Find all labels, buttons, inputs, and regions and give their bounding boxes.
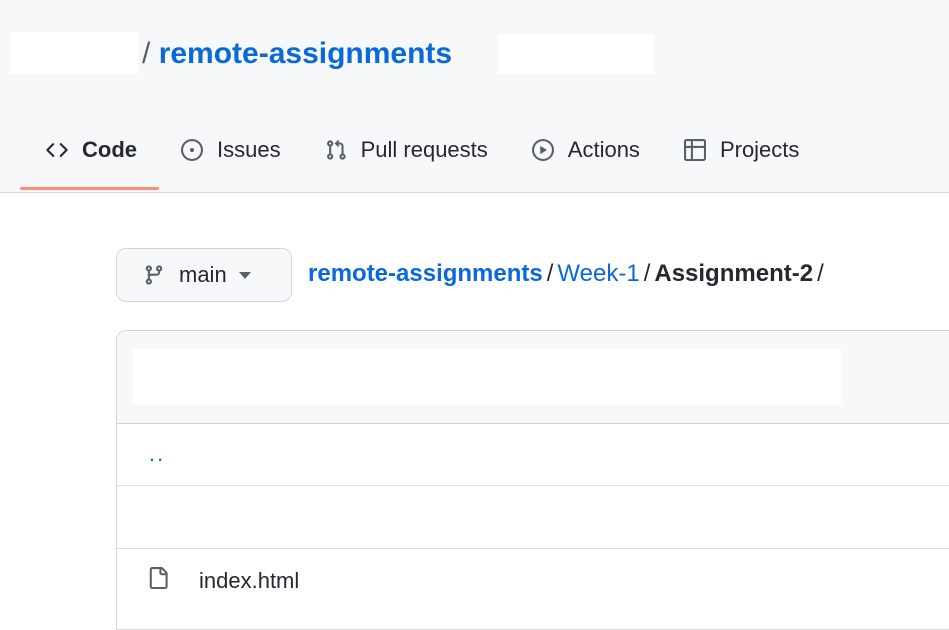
code-icon (46, 143, 68, 157)
issue-opened-icon (181, 139, 203, 161)
caret-down-icon (238, 271, 251, 279)
breadcrumb: remote-assignments / Week-1/Assignment-2/ (308, 256, 828, 292)
branch-label: main (179, 262, 227, 287)
tab-code[interactable]: Code (20, 122, 159, 190)
tab-projects-label: Projects (719, 137, 800, 162)
repo-name-link[interactable]: remote-assignments (159, 37, 452, 70)
repo-title: / remote-assignments (142, 34, 452, 74)
redacted-owner (10, 32, 138, 74)
breadcrumb-folder-link[interactable]: Week-1 (557, 260, 639, 287)
latest-commit-header (117, 331, 949, 424)
file-list: .. index.html (116, 330, 949, 630)
file-icon (149, 567, 168, 589)
tab-code-label: Code (82, 137, 137, 162)
breadcrumb-separator: / (546, 260, 554, 287)
play-icon (531, 139, 554, 161)
redacted-badge (498, 34, 654, 74)
branch-select-button[interactable]: main (116, 248, 292, 302)
redacted-commit-info (133, 349, 841, 405)
tab-pull-requests-label: Pull requests (360, 137, 488, 162)
tab-actions[interactable]: Actions (510, 122, 662, 178)
list-item-parent-dir: .. (117, 423, 949, 486)
tab-issues-label: Issues (217, 137, 281, 162)
repo-title-separator: / (142, 37, 151, 70)
tab-projects[interactable]: Projects (662, 122, 821, 178)
parent-directory-link[interactable]: .. (149, 441, 165, 467)
breadcrumb-current: Assignment-2 (654, 260, 814, 287)
tab-actions-label: Actions (567, 137, 640, 162)
breadcrumb-separator: / (643, 260, 651, 287)
git-pull-request-icon (326, 139, 346, 160)
file-name-link[interactable]: index.html (199, 568, 299, 594)
git-branch-icon (145, 265, 163, 285)
breadcrumb-repo-link[interactable]: remote-assignments (308, 260, 543, 287)
table-icon (683, 139, 706, 161)
tab-issues[interactable]: Issues (159, 122, 303, 178)
breadcrumb-separator: / (817, 260, 824, 287)
repo-nav-tabs: Code Issues Pull requests Actions Projec… (20, 122, 821, 192)
list-item-redacted (117, 486, 949, 549)
tab-pull-requests[interactable]: Pull requests (303, 122, 510, 178)
